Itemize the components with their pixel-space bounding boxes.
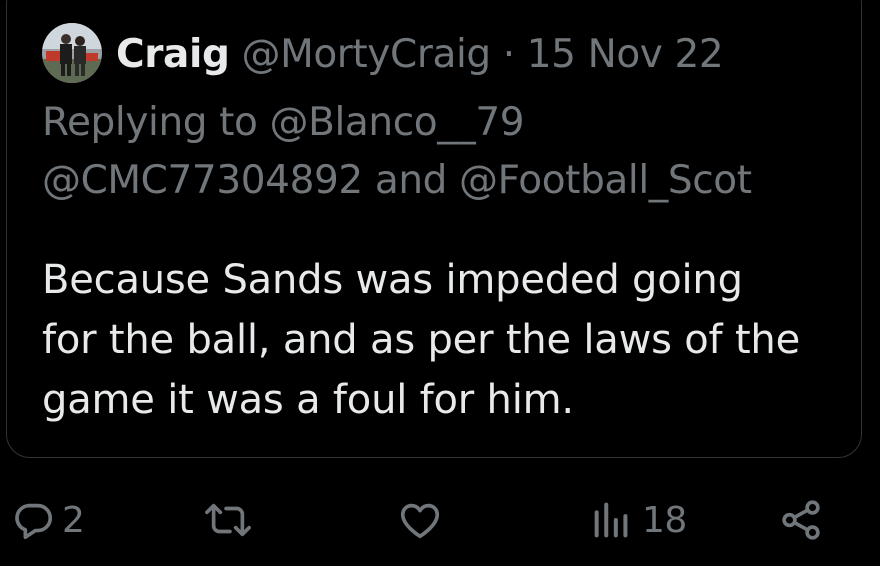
separator-dot: ·	[502, 32, 515, 77]
retweet-icon	[200, 497, 256, 543]
views-button[interactable]: 18	[588, 496, 687, 544]
replying-to-line-2: @CMC77304892 and @Football_Scot	[42, 156, 842, 206]
views-count: 18	[642, 499, 687, 541]
tweet-body-line: for the ball, and as per the laws of the	[42, 317, 800, 363]
mention-cmc[interactable]: @CMC77304892	[42, 158, 363, 203]
replying-and-label: and	[374, 158, 448, 203]
tweet-body-line: game it was a foul for him.	[42, 377, 574, 423]
reply-count: 2	[62, 499, 85, 541]
reply-button[interactable]: 2	[10, 496, 85, 544]
mention-blanco[interactable]: @Blanco__79	[269, 100, 524, 145]
display-name[interactable]: Craig	[116, 32, 230, 77]
heart-icon	[396, 497, 444, 543]
tweet-date[interactable]: 15 Nov 22	[527, 32, 724, 77]
share-icon	[776, 497, 826, 543]
views-icon	[588, 497, 636, 543]
retweet-button[interactable]	[200, 496, 256, 544]
replying-to-label: Replying to	[42, 100, 258, 145]
reply-icon	[10, 497, 56, 543]
user-handle[interactable]: @MortyCraig	[241, 32, 491, 77]
like-button[interactable]	[396, 496, 444, 544]
avatar[interactable]	[42, 23, 102, 83]
replying-to-line: Replying to @Blanco__79	[42, 98, 842, 148]
tweet-body: Because Sands was impeded going for the …	[42, 250, 842, 430]
tweet-header: Craig @MortyCraig · 15 Nov 22	[116, 30, 724, 80]
mention-football-scot[interactable]: @Football_Scot	[459, 158, 752, 203]
share-button[interactable]	[776, 496, 826, 544]
tweet-body-line: Because Sands was impeded going	[42, 257, 743, 303]
